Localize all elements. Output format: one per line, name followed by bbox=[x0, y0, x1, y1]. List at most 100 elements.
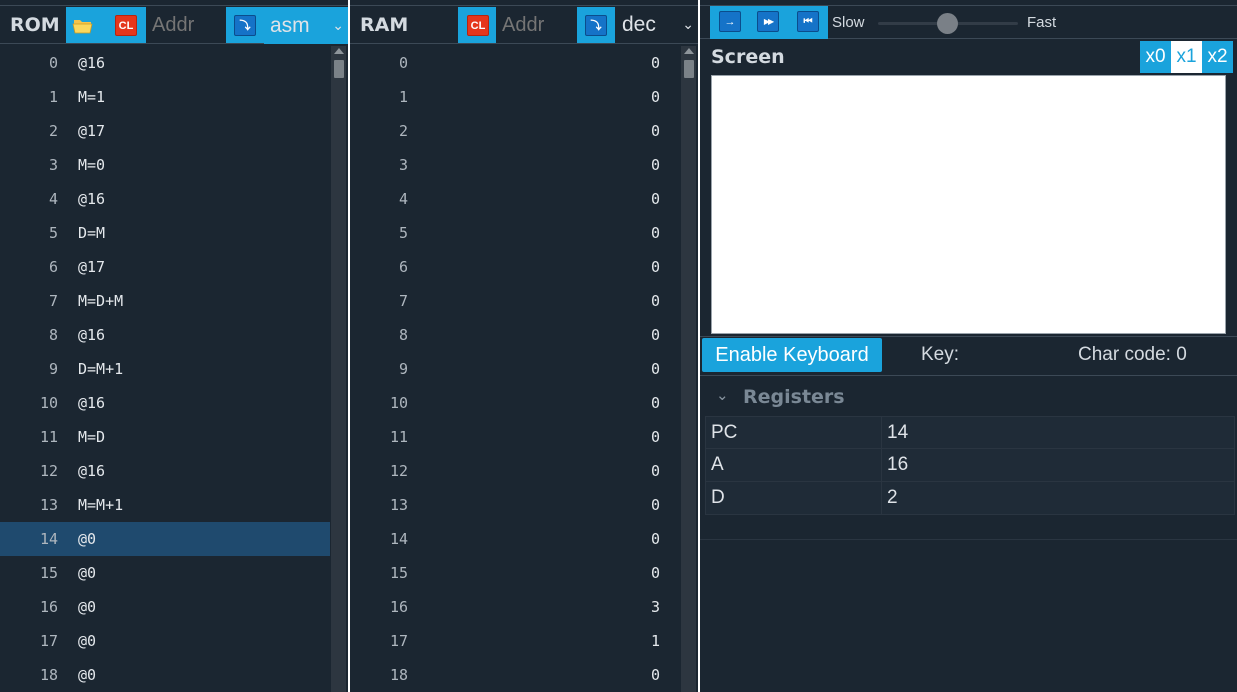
rom-row-value[interactable]: @16 bbox=[78, 394, 105, 412]
run-button[interactable]: ▶▶ bbox=[757, 11, 779, 32]
rom-row-value[interactable]: M=0 bbox=[78, 156, 105, 174]
ram-row[interactable]: 10 bbox=[350, 80, 680, 114]
ram-row-value[interactable]: 0 bbox=[651, 156, 660, 174]
rom-row[interactable]: 18 @0 bbox=[0, 658, 330, 692]
rom-row-value[interactable]: @17 bbox=[78, 122, 105, 140]
rom-row-value[interactable]: D=M bbox=[78, 224, 105, 242]
rom-row-value[interactable]: M=D+M bbox=[78, 292, 123, 310]
chevron-down-icon[interactable]: ⌄ bbox=[716, 386, 729, 404]
ram-row-value[interactable]: 0 bbox=[651, 258, 660, 276]
enable-keyboard-button[interactable]: Enable Keyboard bbox=[702, 338, 882, 372]
ram-row-value[interactable]: 0 bbox=[651, 530, 660, 548]
rom-row[interactable]: 12 @16 bbox=[0, 454, 330, 488]
ram-row[interactable]: 20 bbox=[350, 114, 680, 148]
ram-scrollbar[interactable] bbox=[681, 46, 696, 692]
ram-row[interactable]: 16 3 bbox=[350, 590, 680, 624]
rom-row-value[interactable]: @16 bbox=[78, 190, 105, 208]
rom-row-value[interactable]: M=1 bbox=[78, 88, 105, 106]
speed-slider-handle[interactable] bbox=[937, 13, 958, 34]
ram-row-value[interactable]: 0 bbox=[651, 394, 660, 412]
zoom-x0-button[interactable]: x0 bbox=[1140, 41, 1171, 73]
rom-row-value[interactable]: M=M+1 bbox=[78, 496, 123, 514]
zoom-x1-button[interactable]: x1 bbox=[1171, 41, 1202, 73]
rom-row[interactable]: 2 @17 bbox=[0, 114, 330, 148]
rom-format-select[interactable]: asm ⌄ bbox=[264, 7, 348, 44]
rom-row[interactable]: 16 @0 bbox=[0, 590, 330, 624]
ram-row-value[interactable]: 0 bbox=[651, 224, 660, 242]
rom-row[interactable]: 11 M=D bbox=[0, 420, 330, 454]
rom-row[interactable]: 17 @0 bbox=[0, 624, 330, 658]
ram-row[interactable]: 60 bbox=[350, 250, 680, 284]
ram-row-value[interactable]: 0 bbox=[651, 666, 660, 684]
ram-format-select[interactable]: dec ⌄ bbox=[616, 7, 698, 43]
ram-row-value[interactable]: 0 bbox=[651, 190, 660, 208]
ram-row[interactable]: 70 bbox=[350, 284, 680, 318]
rom-row[interactable]: 7 M=D+M bbox=[0, 284, 330, 318]
step-button[interactable]: → bbox=[719, 11, 741, 32]
ram-row[interactable]: 30 bbox=[350, 148, 680, 182]
rom-row[interactable]: 15 @0 bbox=[0, 556, 330, 590]
ram-row[interactable]: 12 0 bbox=[350, 454, 680, 488]
ram-row-value[interactable]: 0 bbox=[651, 88, 660, 106]
ram-row-value[interactable]: 0 bbox=[651, 428, 660, 446]
ram-row-value[interactable]: 0 bbox=[651, 54, 660, 72]
ram-row-value[interactable]: 0 bbox=[651, 564, 660, 582]
rom-row-value[interactable]: @0 bbox=[78, 632, 96, 650]
registers-header[interactable]: ⌄ Registers bbox=[700, 378, 1237, 416]
ram-row-value[interactable]: 0 bbox=[651, 360, 660, 378]
rom-row-value[interactable]: @16 bbox=[78, 462, 105, 480]
rom-row-value[interactable]: @16 bbox=[78, 54, 105, 72]
ram-row[interactable]: 10 0 bbox=[350, 386, 680, 420]
rom-jump-button[interactable]: ⤵ bbox=[234, 15, 256, 36]
rom-addr-input[interactable] bbox=[146, 7, 226, 43]
rom-row-value[interactable]: @0 bbox=[78, 564, 96, 582]
rom-row[interactable]: 5 D=M bbox=[0, 216, 330, 250]
ram-row[interactable]: 11 0 bbox=[350, 420, 680, 454]
ram-row[interactable]: 90 bbox=[350, 352, 680, 386]
ram-row[interactable]: 13 0 bbox=[350, 488, 680, 522]
rom-row[interactable]: 14 @0 bbox=[0, 522, 330, 556]
scroll-up-icon[interactable] bbox=[684, 48, 694, 54]
ram-row-value[interactable]: 3 bbox=[651, 598, 660, 616]
rom-row[interactable]: 9 D=M+1 bbox=[0, 352, 330, 386]
ram-row[interactable]: 40 bbox=[350, 182, 680, 216]
rom-row[interactable]: 3 M=0 bbox=[0, 148, 330, 182]
rom-row-value[interactable]: @16 bbox=[78, 326, 105, 344]
ram-row-value[interactable]: 0 bbox=[651, 292, 660, 310]
rom-row[interactable]: 4 @16 bbox=[0, 182, 330, 216]
scroll-up-icon[interactable] bbox=[334, 48, 344, 54]
rom-row-value[interactable]: M=D bbox=[78, 428, 105, 446]
ram-row-value[interactable]: 1 bbox=[651, 632, 660, 650]
rom-open-button[interactable] bbox=[72, 15, 94, 36]
ram-row[interactable]: 18 0 bbox=[350, 658, 680, 692]
zoom-x2-button[interactable]: x2 bbox=[1202, 41, 1233, 73]
ram-scroll-thumb[interactable] bbox=[684, 60, 694, 78]
rom-row[interactable]: 10 @16 bbox=[0, 386, 330, 420]
ram-row-value[interactable]: 0 bbox=[651, 496, 660, 514]
ram-row-value[interactable]: 0 bbox=[651, 462, 660, 480]
rom-row-value[interactable]: D=M+1 bbox=[78, 360, 123, 378]
rom-row-value[interactable]: @0 bbox=[78, 530, 96, 548]
rom-row[interactable]: 1 M=1 bbox=[0, 80, 330, 114]
ram-jump-button[interactable]: ⤵ bbox=[585, 15, 607, 36]
ram-addr-input[interactable] bbox=[496, 7, 576, 43]
rom-clear-button[interactable]: CL bbox=[115, 15, 137, 36]
ram-row[interactable]: 15 0 bbox=[350, 556, 680, 590]
rom-scroll-thumb[interactable] bbox=[334, 60, 344, 78]
ram-row[interactable]: 17 1 bbox=[350, 624, 680, 658]
rom-row[interactable]: 8 @16 bbox=[0, 318, 330, 352]
ram-row[interactable]: 00 bbox=[350, 46, 680, 80]
ram-row-value[interactable]: 0 bbox=[651, 122, 660, 140]
rom-row-value[interactable]: @0 bbox=[78, 666, 96, 684]
ram-row[interactable]: 80 bbox=[350, 318, 680, 352]
rom-row-value[interactable]: @17 bbox=[78, 258, 105, 276]
rom-row[interactable]: 6 @17 bbox=[0, 250, 330, 284]
ram-clear-button[interactable]: CL bbox=[467, 15, 489, 36]
ram-row-value[interactable]: 0 bbox=[651, 326, 660, 344]
reset-button[interactable]: ⏮ bbox=[797, 11, 819, 32]
ram-row[interactable]: 50 bbox=[350, 216, 680, 250]
rom-row-value[interactable]: @0 bbox=[78, 598, 96, 616]
ram-row[interactable]: 14 0 bbox=[350, 522, 680, 556]
rom-scrollbar[interactable] bbox=[331, 46, 346, 692]
rom-row[interactable]: 0 @16 bbox=[0, 46, 330, 80]
